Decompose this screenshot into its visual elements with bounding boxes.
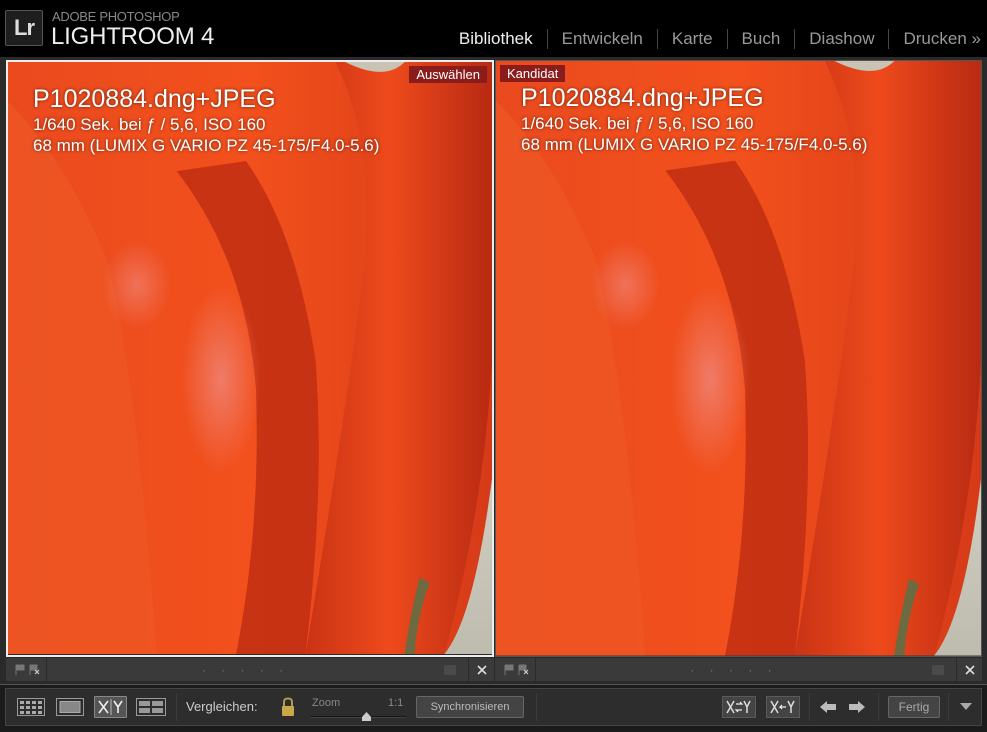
survey-view-button[interactable] bbox=[136, 696, 166, 718]
select-color-label[interactable] bbox=[444, 664, 456, 675]
zoom-slider-thumb[interactable] bbox=[362, 712, 372, 721]
zoom-slider[interactable] bbox=[310, 712, 406, 721]
survey-view-icon bbox=[136, 698, 166, 716]
done-button[interactable]: Fertig bbox=[888, 696, 940, 718]
arrow-left-icon bbox=[820, 701, 836, 713]
top-bar: Lr ADOBE PHOTOSHOP LIGHTROOM 4 Bibliothe… bbox=[0, 0, 987, 57]
loupe-view-button[interactable] bbox=[55, 696, 85, 718]
toolbar-options-button[interactable] bbox=[956, 696, 976, 718]
grid-view-button[interactable] bbox=[16, 696, 46, 718]
toolbar-separator bbox=[878, 693, 879, 721]
zoom-ratio: 1:1 bbox=[388, 697, 404, 709]
more-modules-icon: » bbox=[971, 29, 981, 48]
candidate-color-label[interactable] bbox=[932, 664, 944, 675]
candidate-tag: Kandidat bbox=[500, 65, 566, 82]
zoom-label: Zoom bbox=[312, 697, 341, 709]
bottom-toolbar: Vergleichen: Zoom 1:1 Synchronisieren Fe… bbox=[0, 684, 987, 732]
candidate-pane-footer: · · · · · bbox=[495, 658, 982, 681]
candidate-pane[interactable]: Kandidat P1020884.dng+JPEG 1/640 Sek. be… bbox=[495, 60, 982, 657]
arrow-right-icon bbox=[849, 701, 865, 713]
toolbar-separator bbox=[176, 693, 177, 721]
brand-product: LIGHTROOM 4 bbox=[51, 23, 215, 50]
module-book[interactable]: Buch bbox=[728, 29, 796, 49]
swap-button[interactable] bbox=[722, 696, 756, 718]
lightroom-logo: Lr bbox=[5, 10, 43, 46]
swap-icon bbox=[726, 700, 751, 714]
brand-vendor: ADOBE PHOTOSHOP bbox=[52, 9, 180, 24]
reject-flag-icon[interactable] bbox=[517, 664, 529, 676]
select-close-button[interactable] bbox=[468, 658, 494, 681]
select-lens: 68 mm (LUMIX G VARIO PZ 45-175/F4.0-5.6) bbox=[33, 136, 380, 155]
module-library[interactable]: Bibliothek bbox=[445, 29, 548, 49]
candidate-photo-info: P1020884.dng+JPEG 1/640 Sek. bei ƒ / 5,6… bbox=[521, 83, 867, 155]
select-pane[interactable]: Auswählen P1020884.dng+JPEG 1/640 Sek. b… bbox=[6, 60, 494, 657]
reject-flag-icon[interactable] bbox=[28, 664, 40, 676]
candidate-rating[interactable]: · · · · · bbox=[536, 663, 932, 677]
select-tag: Auswählen bbox=[409, 66, 487, 83]
close-icon bbox=[964, 664, 975, 675]
make-select-button[interactable] bbox=[766, 696, 800, 718]
module-print[interactable]: Drucken » bbox=[889, 29, 987, 49]
compare-label: Vergleichen: bbox=[186, 699, 258, 714]
flag-icon[interactable] bbox=[503, 664, 515, 676]
previous-photo-button[interactable] bbox=[818, 696, 838, 718]
make-select-icon bbox=[770, 700, 795, 714]
select-filename: P1020884.dng+JPEG bbox=[33, 85, 276, 113]
candidate-exposure: 1/640 Sek. bei ƒ / 5,6, ISO 160 bbox=[521, 114, 754, 133]
compare-view-icon bbox=[97, 699, 123, 715]
grid-view-icon bbox=[17, 698, 45, 716]
module-print-label: Drucken bbox=[903, 29, 967, 48]
select-exposure: 1/640 Sek. bei ƒ / 5,6, ISO 160 bbox=[33, 115, 266, 134]
module-map[interactable]: Karte bbox=[658, 29, 728, 49]
module-develop[interactable]: Entwickeln bbox=[548, 29, 658, 49]
toolbar-separator bbox=[948, 693, 949, 721]
select-pane-footer: · · · · · bbox=[6, 658, 494, 681]
toolbar-separator bbox=[809, 693, 810, 721]
next-photo-button[interactable] bbox=[847, 696, 867, 718]
toolbar-panel: Vergleichen: Zoom 1:1 Synchronisieren Fe… bbox=[5, 688, 982, 726]
candidate-lens: 68 mm (LUMIX G VARIO PZ 45-175/F4.0-5.6) bbox=[521, 135, 868, 154]
lock-icon bbox=[282, 697, 294, 716]
loupe-view-icon bbox=[56, 698, 84, 716]
candidate-filename: P1020884.dng+JPEG bbox=[521, 84, 764, 112]
module-slideshow[interactable]: Diashow bbox=[795, 29, 890, 49]
candidate-close-button[interactable] bbox=[956, 658, 982, 681]
chevron-down-icon bbox=[960, 703, 972, 710]
compare-view-area: Auswählen P1020884.dng+JPEG 1/640 Sek. b… bbox=[0, 57, 987, 684]
flag-icon[interactable] bbox=[14, 664, 26, 676]
select-flag-controls bbox=[6, 658, 47, 681]
select-rating[interactable]: · · · · · bbox=[47, 663, 444, 677]
candidate-flag-controls bbox=[495, 658, 536, 681]
close-icon bbox=[476, 664, 487, 675]
synchronize-button[interactable]: Synchronisieren bbox=[416, 696, 524, 718]
select-photo-info: P1020884.dng+JPEG 1/640 Sek. bei ƒ / 5,6… bbox=[33, 84, 379, 156]
toolbar-separator bbox=[536, 693, 537, 721]
zoom-lock-button[interactable] bbox=[278, 696, 298, 718]
compare-view-button[interactable] bbox=[94, 696, 127, 718]
module-picker: Bibliothek Entwickeln Karte Buch Diashow… bbox=[445, 27, 987, 51]
